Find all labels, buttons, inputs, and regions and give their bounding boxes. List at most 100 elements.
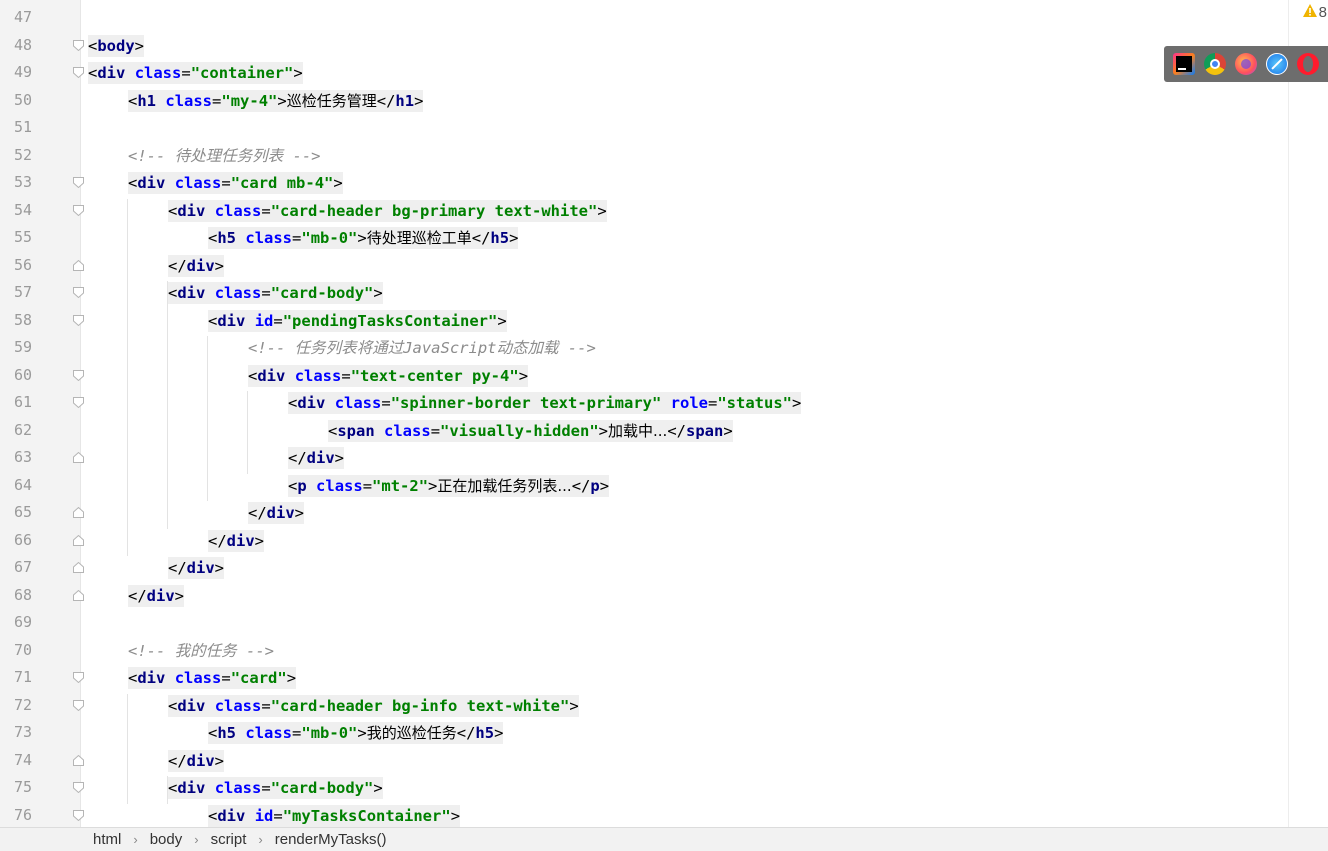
token-punc: </ — [168, 559, 187, 577]
token-val: "card" — [230, 669, 287, 687]
token-tag: div — [217, 806, 246, 825]
fold-open-icon[interactable] — [73, 369, 84, 381]
fold-open-icon[interactable] — [73, 782, 84, 793]
code-line[interactable]: 51 — [0, 114, 1288, 142]
code-editor[interactable]: 47 48 <body> 49 <div class="container"> 50 <h1… — [0, 0, 1288, 827]
code-line[interactable]: 54 <div class="card-header bg-primary tex… — [0, 197, 1288, 225]
code-line[interactable]: 55 <h5 class="mb-0">待处理巡检工单</h5> — [0, 224, 1288, 252]
code-line[interactable]: 62 <span class="visually-hidden">加载中...</… — [0, 417, 1288, 445]
token-val: "visually-hidden" — [440, 421, 599, 440]
code-line[interactable]: 66 </div> — [0, 527, 1288, 555]
code-line[interactable]: 70 <!-- 我的任务 --> — [0, 637, 1288, 665]
code-line[interactable]: 68 </div> — [0, 582, 1288, 610]
token-val: "pendingTasksContainer" — [282, 311, 498, 330]
token-tag: div — [257, 366, 286, 385]
fold-open-icon[interactable] — [73, 39, 84, 51]
token-attr: class — [334, 394, 382, 412]
code-text: <h1 class="my-4">巡检任务管理</h1> — [128, 89, 424, 112]
fold-close-icon[interactable] — [73, 562, 84, 573]
fold-open-icon[interactable] — [73, 672, 84, 683]
token-val: "spinner-border text-primary" — [390, 394, 662, 412]
safari-icon[interactable] — [1266, 53, 1289, 75]
code-line[interactable]: 73 <h5 class="mb-0">我的巡检任务</h5> — [0, 719, 1288, 747]
fold-open-icon[interactable] — [73, 314, 84, 326]
code-line[interactable]: 72 <div class="card-header bg-info text-w… — [0, 692, 1288, 720]
code-line[interactable]: 75 <div class="card-body"> — [0, 774, 1288, 802]
breadcrumb-script[interactable]: script — [211, 831, 247, 848]
fold-close-icon[interactable] — [73, 259, 84, 271]
token-punc: > — [134, 36, 145, 55]
code-text: <div id="pendingTasksContainer"> — [208, 309, 507, 332]
fold-close-icon[interactable] — [73, 452, 84, 463]
code-line[interactable]: 76 <div id="myTasksContainer"> — [0, 802, 1288, 828]
code-line[interactable]: 52 <!-- 待处理任务列表 --> — [0, 142, 1288, 170]
code-line[interactable]: 47 — [0, 4, 1288, 32]
code-line[interactable]: 56 </div> — [0, 252, 1288, 280]
fold-close-icon[interactable] — [73, 589, 84, 601]
token-tag: div — [217, 311, 246, 330]
breadcrumb-html[interactable]: html — [93, 831, 121, 848]
code-text: <span class="visually-hidden">加载中...</sp… — [328, 419, 733, 442]
line-number: 61 — [13, 393, 32, 411]
token-punc: < — [288, 476, 298, 495]
fold-open-icon[interactable] — [73, 287, 84, 298]
fold-close-icon[interactable] — [73, 534, 84, 546]
token-punc: </ — [208, 531, 227, 550]
fold-open-icon[interactable] — [73, 177, 84, 188]
indent-guide — [127, 693, 128, 804]
code-line[interactable]: 49 <div class="container"> — [0, 59, 1288, 87]
line-number: 71 — [13, 668, 32, 686]
token-tag: h5 — [490, 229, 510, 247]
fold-open-icon[interactable] — [73, 397, 84, 408]
code-line[interactable]: 58 <div id="pendingTasksContainer"> — [0, 307, 1288, 335]
code-text: </div> — [168, 254, 225, 277]
code-line[interactable]: 60 <div class="text-center py-4"> — [0, 362, 1288, 390]
fold-close-icon[interactable] — [73, 754, 84, 766]
code-line[interactable]: 71 <div class="card"> — [0, 664, 1288, 692]
token-punc: > — [450, 806, 461, 825]
inspection-widget[interactable]: 8 — [1302, 4, 1327, 21]
code-line[interactable]: 48 <body> — [0, 32, 1288, 60]
breadcrumb-function[interactable]: renderMyTasks() — [275, 831, 387, 848]
line-number: 55 — [13, 228, 32, 246]
opera-icon[interactable] — [1297, 53, 1320, 75]
line-number: 50 — [13, 90, 32, 109]
code-line[interactable]: 57 <div class="card-body"> — [0, 279, 1288, 307]
fold-open-icon[interactable] — [73, 809, 84, 821]
intellij-icon[interactable] — [1172, 53, 1195, 75]
fold-open-icon[interactable] — [73, 204, 84, 216]
token-attr: class — [214, 696, 262, 715]
token-punc: = — [273, 311, 283, 330]
code-line[interactable]: 53 <div class="card mb-4"> — [0, 169, 1288, 197]
code-line[interactable]: 64 <p class="mt-2">正在加载任务列表...</p> — [0, 472, 1288, 500]
token-cmt: <!-- 我的任务 --> — [128, 641, 274, 660]
fold-open-icon[interactable] — [73, 67, 84, 78]
token-punc: > — [254, 531, 265, 550]
code-line[interactable]: 67 </div> — [0, 554, 1288, 582]
token-punc: = — [708, 394, 718, 412]
code-line[interactable]: 69 — [0, 609, 1288, 637]
chrome-icon[interactable] — [1203, 53, 1226, 75]
token-punc: = — [261, 779, 271, 797]
error-stripe[interactable]: 8 — [1288, 0, 1328, 827]
fold-close-icon[interactable] — [73, 507, 84, 518]
code-line[interactable]: 50 <h1 class="my-4">巡检任务管理</h1> — [0, 87, 1288, 115]
code-line[interactable]: 59 <!-- 任务列表将通过JavaScript动态加载 --> — [0, 334, 1288, 362]
code-line[interactable]: 61 <div class="spinner-border text-primar… — [0, 389, 1288, 417]
code-line[interactable]: 63 </div> — [0, 444, 1288, 472]
firefox-icon[interactable] — [1234, 53, 1257, 75]
token-punc: > — [334, 449, 345, 467]
code-line[interactable]: 74 </div> — [0, 747, 1288, 775]
breadcrumb-body[interactable]: body — [150, 831, 183, 848]
token-attr: class — [214, 779, 262, 797]
token-punc: > — [373, 779, 383, 797]
token-val: "container" — [190, 64, 294, 82]
fold-open-icon[interactable] — [73, 699, 84, 711]
token-tag: span — [686, 421, 724, 440]
code-text: </div> — [168, 557, 225, 579]
code-line[interactable]: 65 </div> — [0, 499, 1288, 527]
